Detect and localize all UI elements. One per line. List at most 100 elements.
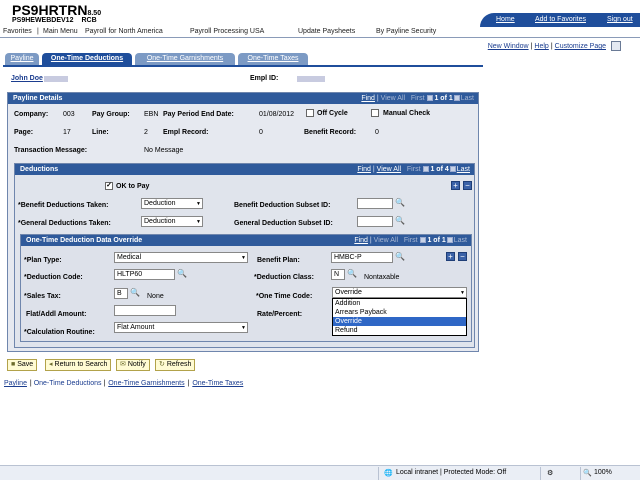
transaction-message-label: Transaction Message:: [14, 147, 88, 154]
off-cycle-checkbox[interactable]: [306, 109, 314, 117]
benefit-subset-search-icon[interactable]: 🔍: [395, 198, 405, 207]
add-favorites-link[interactable]: Add to Favorites: [535, 16, 586, 23]
refresh-button[interactable]: ↻ Refresh: [155, 359, 196, 371]
override-delete-row-button[interactable]: −: [458, 252, 467, 261]
refresh-icon: ↻: [159, 361, 165, 368]
empl-id-label: Empl ID:: [250, 75, 279, 82]
deduction-class-label: *Deduction Class:: [254, 274, 314, 281]
breadcrumb-payroll-na[interactable]: Payroll for North America: [85, 28, 163, 35]
return-to-search-button[interactable]: ◂ Return to Search: [45, 359, 112, 371]
sales-tax-input[interactable]: B: [114, 288, 128, 299]
general-subset-search-icon[interactable]: 🔍: [395, 216, 405, 225]
ok-to-pay-checkbox[interactable]: ✓: [105, 182, 113, 190]
option-override[interactable]: Override: [333, 317, 466, 326]
override-find-link[interactable]: Find: [354, 237, 368, 244]
tab-payline[interactable]: Payline: [5, 53, 39, 65]
save-button[interactable]: ■ Save: [7, 359, 38, 371]
page-links: New Window | Help | Customize Page: [487, 43, 606, 50]
deduction-class-input[interactable]: N: [331, 269, 345, 280]
one-time-code-label: *One Time Code:: [256, 293, 313, 300]
deductions-view-all-link[interactable]: View All: [377, 166, 401, 173]
empl-record-label: Empl Record:: [163, 129, 209, 136]
calculation-routine-select[interactable]: Flat Amount: [114, 322, 248, 333]
benefit-record-label: Benefit Record:: [304, 129, 357, 136]
breadcrumb-payroll-processing[interactable]: Payroll Processing USA: [190, 28, 264, 35]
footer-link-one-time-garnishments[interactable]: One-Time Garnishments: [108, 380, 184, 387]
flat-amount-label: Flat/Addl Amount:: [26, 311, 87, 318]
general-subset-input[interactable]: [357, 216, 393, 227]
next-arrow-icon: [446, 237, 453, 244]
home-link[interactable]: Home: [496, 16, 515, 23]
employee-name-link[interactable]: John Doe: [11, 75, 43, 82]
add-row-button[interactable]: +: [451, 181, 460, 190]
breadcrumb-by-payline-security[interactable]: By Payline Security: [376, 28, 436, 35]
manual-check-checkbox[interactable]: [371, 109, 379, 117]
breadcrumb-update-paysheets[interactable]: Update Paysheets: [298, 28, 355, 35]
prev-arrow-icon: [427, 95, 434, 102]
sales-tax-desc: None: [147, 293, 164, 300]
sales-tax-search-icon[interactable]: 🔍: [130, 288, 140, 297]
footer-link-one-time-deductions: One-Time Deductions: [33, 380, 102, 387]
paygroup-label: Pay Group:: [92, 111, 130, 118]
globe-icon: 🌐: [384, 470, 393, 477]
sales-tax-label: *Sales Tax:: [24, 293, 61, 300]
empl-id-redacted: [297, 76, 325, 82]
payline-find-link[interactable]: Find: [361, 95, 375, 102]
tab-one-time-garnishments[interactable]: One-Time Garnishments: [135, 53, 235, 65]
override-add-row-button[interactable]: +: [446, 252, 455, 261]
next-arrow-icon[interactable]: [449, 166, 456, 173]
benefit-subset-input[interactable]: [357, 198, 393, 209]
footer-link-payline[interactable]: Payline: [4, 380, 27, 387]
benefit-taken-label: *Benefit Deductions Taken:: [18, 202, 109, 209]
company-value: 003: [63, 111, 75, 118]
paygroup-value: EBN: [144, 111, 159, 118]
general-taken-select[interactable]: Deduction: [141, 216, 203, 227]
zoom-icon[interactable]: 🔍: [583, 469, 592, 477]
help-link[interactable]: Help: [534, 43, 548, 50]
db-info: PS9HEWEBDEV12 RCB: [12, 17, 97, 24]
customize-page-link[interactable]: Customize Page: [555, 43, 606, 50]
deductions-last-link[interactable]: Last: [457, 166, 470, 173]
zoom-level[interactable]: 100%: [594, 469, 612, 476]
benefit-plan-search-icon[interactable]: 🔍: [395, 252, 405, 261]
sign-out-link[interactable]: Sign out: [607, 16, 633, 23]
tab-one-time-taxes[interactable]: One-Time Taxes: [238, 53, 308, 65]
plan-type-label: *Plan Type:: [24, 257, 62, 264]
plan-type-select[interactable]: Medical: [114, 252, 248, 263]
deductions-find-link[interactable]: Find: [357, 166, 371, 173]
option-addition[interactable]: Addition: [333, 299, 466, 308]
breadcrumb-favorites[interactable]: Favorites: [3, 28, 32, 35]
off-cycle-label: Off Cycle: [317, 110, 348, 117]
one-time-code-dropdown: Addition Arrears Payback Override Refund: [332, 298, 467, 336]
transaction-message-value: No Message: [144, 147, 184, 154]
benefit-record-value: 0: [375, 129, 379, 136]
deduction-class-search-icon[interactable]: 🔍: [347, 269, 357, 278]
general-taken-label: *General Deductions Taken:: [18, 220, 111, 227]
browser-status-bar: 🌐 Local intranet | Protected Mode: Off ⚙…: [0, 465, 640, 480]
deduction-code-input[interactable]: HLTP60: [114, 269, 175, 280]
employee-name-redacted: [44, 76, 68, 82]
company-label: Company:: [14, 111, 49, 118]
page-value: 17: [63, 129, 71, 136]
delete-row-button[interactable]: −: [463, 181, 472, 190]
override-nav: Find | View All First 1 of 1 Last: [354, 237, 467, 244]
option-arrears-payback[interactable]: Arrears Payback: [333, 308, 466, 317]
new-window-link[interactable]: New Window: [488, 43, 529, 50]
benefit-taken-select[interactable]: Deduction: [141, 198, 203, 209]
window-icon[interactable]: [611, 41, 621, 51]
one-time-code-select[interactable]: Override: [332, 287, 467, 298]
deduction-code-label: *Deduction Code:: [24, 274, 83, 281]
manual-check-label: Manual Check: [383, 110, 431, 117]
benefit-plan-input[interactable]: HMBC-P: [331, 252, 393, 263]
breadcrumb-main-menu[interactable]: Main Menu: [43, 28, 78, 35]
deduction-code-search-icon[interactable]: 🔍: [177, 269, 187, 278]
flat-amount-input[interactable]: [114, 305, 176, 316]
prev-arrow-icon: [420, 237, 427, 244]
save-icon: ■: [11, 361, 16, 368]
page-label: Page:: [14, 129, 34, 136]
lock-icon[interactable]: ⚙: [547, 469, 553, 477]
tab-one-time-deductions[interactable]: One-Time Deductions: [42, 53, 132, 65]
option-refund[interactable]: Refund: [333, 326, 466, 335]
notify-button[interactable]: ✉ Notify: [116, 359, 150, 371]
footer-link-one-time-taxes[interactable]: One-Time Taxes: [192, 380, 243, 387]
